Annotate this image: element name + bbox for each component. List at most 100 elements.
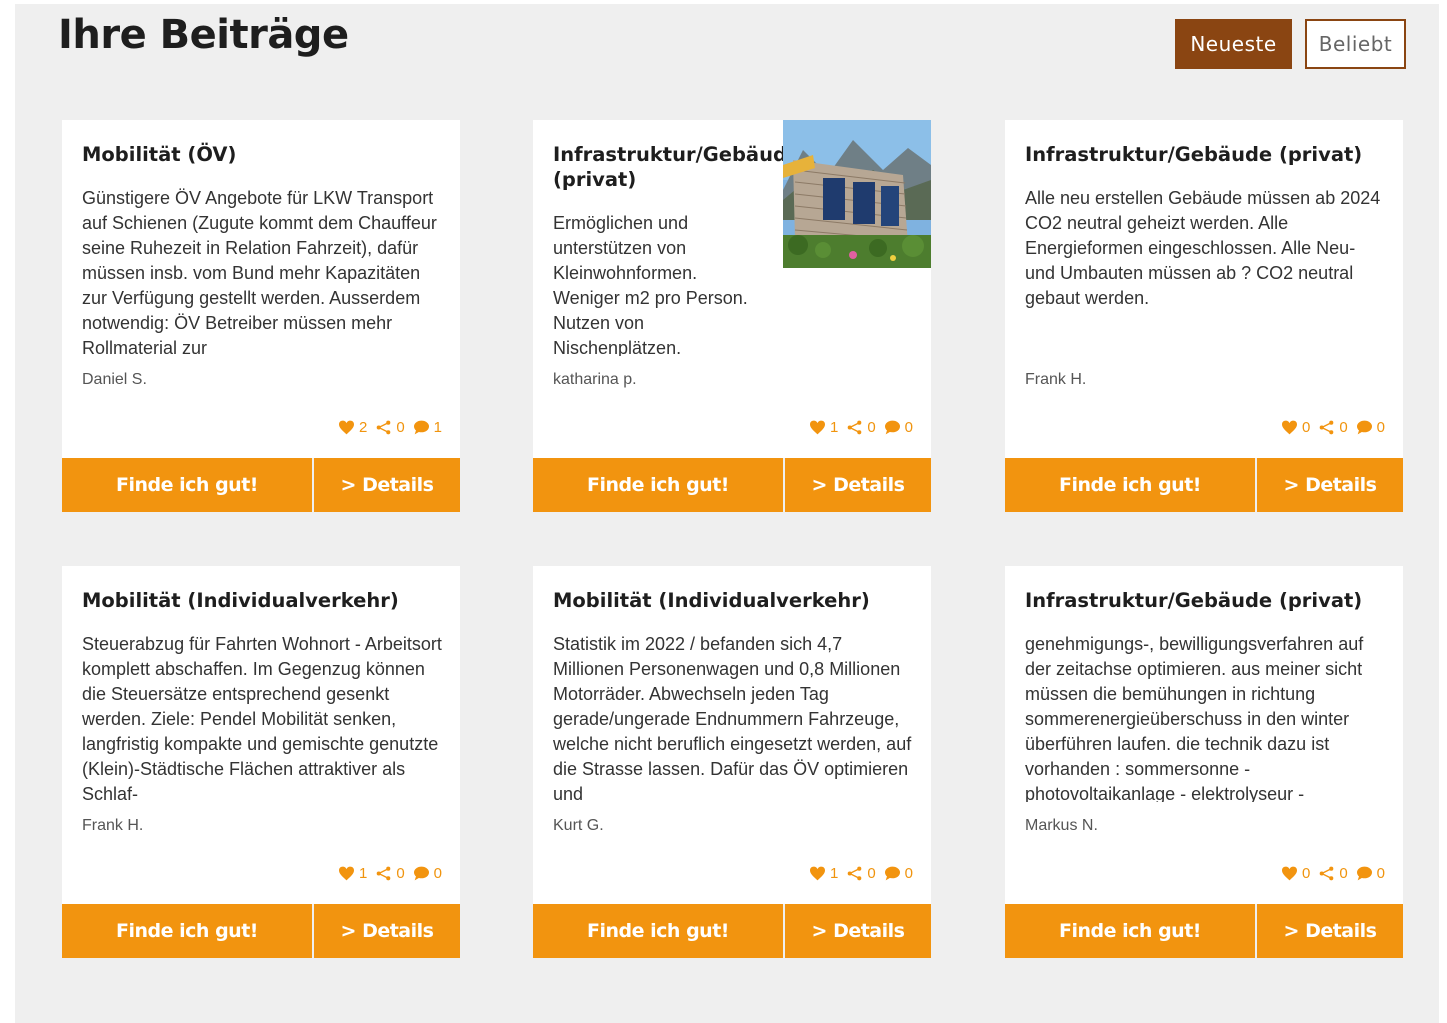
card-stats: 0 0 0 (1281, 865, 1385, 882)
share-icon (847, 420, 862, 435)
card-author: Markus N. (1025, 817, 1098, 834)
comment-count: 0 (1356, 865, 1385, 882)
share-icon (847, 866, 862, 881)
card-body: Mobilität (Individualverkehr) Statistik … (533, 566, 931, 904)
sort-popular-button[interactable]: Beliebt (1305, 19, 1406, 69)
share-icon (1319, 866, 1334, 881)
post-card: Mobilität (Individualverkehr) Steuerabzu… (62, 566, 460, 958)
share-count-value: 0 (396, 419, 405, 436)
like-count: 2 (338, 419, 367, 436)
comment-count: 0 (884, 419, 913, 436)
comment-count-value: 0 (904, 865, 913, 882)
details-button[interactable]: > Details (314, 904, 460, 958)
comment-count: 0 (884, 865, 913, 882)
details-button[interactable]: > Details (1257, 904, 1403, 958)
comment-icon (413, 420, 429, 435)
share-count-value: 0 (1339, 865, 1348, 882)
share-count: 0 (1318, 419, 1348, 436)
like-count: 0 (1281, 865, 1310, 882)
heart-icon (1281, 866, 1297, 881)
heart-icon (1281, 420, 1297, 435)
post-card: Infrastruktur/Gebäude (privat) Alle neu … (1005, 120, 1403, 512)
tiny-house-photo (783, 120, 931, 268)
card-body: Mobilität (Individualverkehr) Steuerabzu… (62, 566, 460, 904)
card-category: Mobilität (Individualverkehr) (553, 589, 870, 612)
comment-count: 0 (1356, 419, 1385, 436)
comment-icon (884, 420, 900, 435)
details-button[interactable]: > Details (785, 904, 931, 958)
card-excerpt: Günstigere ÖV Angebote für LKW Transport… (82, 188, 437, 356)
card-author: Frank H. (1025, 371, 1087, 388)
card-category: Infrastruktur/Gebäude (privat) (553, 143, 801, 191)
card-excerpt: Alle neu erstellen Gebäude müssen ab 202… (1025, 188, 1381, 308)
like-count-value: 0 (1301, 419, 1311, 436)
heart-icon (809, 866, 825, 881)
card-category: Infrastruktur/Gebäude (privat) (1025, 589, 1363, 612)
comment-count: 1 (413, 419, 442, 436)
like-count-value: 1 (358, 865, 368, 882)
comment-icon (1356, 866, 1372, 881)
card-author: Frank H. (82, 817, 144, 834)
like-count: 1 (809, 419, 838, 436)
card-excerpt: Statistik im 2022 / befanden sich 4,7 Mi… (553, 634, 912, 802)
like-button[interactable]: Finde ich gut! (62, 458, 312, 512)
sort-newest-button[interactable]: Neueste (1175, 19, 1292, 69)
card-excerpt: Steuerabzug für Fahrten Wohnort - Arbeit… (82, 634, 442, 802)
post-card: Infrastruktur/Gebäude (privat) genehmigu… (1005, 566, 1403, 958)
heart-icon (338, 420, 354, 435)
post-card: Infrastruktur/Gebäude (privat) Ermöglich… (533, 120, 931, 512)
like-count: 0 (1281, 419, 1310, 436)
post-card: Mobilität (Individualverkehr) Statistik … (533, 566, 931, 958)
share-count: 0 (375, 419, 405, 436)
like-button[interactable]: Finde ich gut! (62, 904, 312, 958)
card-excerpt: Ermöglichen und unterstützen von Kleinwo… (553, 213, 748, 356)
card-stats: 1 0 0 (809, 865, 913, 882)
card-body: Infrastruktur/Gebäude (privat) genehmigu… (1005, 566, 1403, 904)
card-category: Mobilität (ÖV) (82, 143, 237, 166)
share-count: 0 (1318, 865, 1348, 882)
comment-count-value: 1 (433, 419, 442, 436)
like-button[interactable]: Finde ich gut! (1005, 904, 1255, 958)
card-body: Infrastruktur/Gebäude (privat) Ermöglich… (533, 120, 931, 458)
comment-count-value: 0 (1376, 419, 1385, 436)
card-author: Kurt G. (553, 817, 604, 834)
like-count: 1 (809, 865, 838, 882)
comment-icon (884, 866, 900, 881)
card-stats: 0 0 0 (1281, 419, 1385, 436)
share-count-value: 0 (396, 865, 405, 882)
card-excerpt: genehmigungs-, bewilligungsverfahren auf… (1025, 634, 1364, 802)
card-author: katharina p. (553, 371, 637, 388)
like-count-value: 1 (829, 419, 839, 436)
share-count-value: 0 (867, 865, 876, 882)
comment-count-value: 0 (904, 419, 913, 436)
card-stats: 2 0 1 (338, 419, 442, 436)
card-stats: 1 0 0 (338, 865, 442, 882)
card-body: Infrastruktur/Gebäude (privat) Alle neu … (1005, 120, 1403, 458)
post-card: Mobilität (ÖV) Günstigere ÖV Angebote fü… (62, 120, 460, 512)
like-count-value: 0 (1301, 865, 1311, 882)
card-body: Mobilität (ÖV) Günstigere ÖV Angebote fü… (62, 120, 460, 458)
share-count-value: 0 (867, 419, 876, 436)
heart-icon (338, 866, 354, 881)
details-button[interactable]: > Details (1257, 458, 1403, 512)
heart-icon (809, 420, 825, 435)
like-button[interactable]: Finde ich gut! (533, 904, 783, 958)
post-thumbnail-image[interactable] (783, 120, 931, 268)
comment-icon (413, 866, 429, 881)
card-stats: 1 0 0 (809, 419, 913, 436)
share-icon (376, 866, 391, 881)
like-count: 1 (338, 865, 367, 882)
comment-count: 0 (413, 865, 442, 882)
like-count-value: 2 (358, 419, 368, 436)
card-category: Mobilität (Individualverkehr) (82, 589, 399, 612)
like-button[interactable]: Finde ich gut! (533, 458, 783, 512)
page-title: Ihre Beiträge (58, 12, 349, 58)
comment-count-value: 0 (433, 865, 442, 882)
share-icon (1319, 420, 1334, 435)
card-author: Daniel S. (82, 371, 147, 388)
details-button[interactable]: > Details (785, 458, 931, 512)
like-button[interactable]: Finde ich gut! (1005, 458, 1255, 512)
details-button[interactable]: > Details (314, 458, 460, 512)
comment-icon (1356, 420, 1372, 435)
like-count-value: 1 (829, 865, 839, 882)
